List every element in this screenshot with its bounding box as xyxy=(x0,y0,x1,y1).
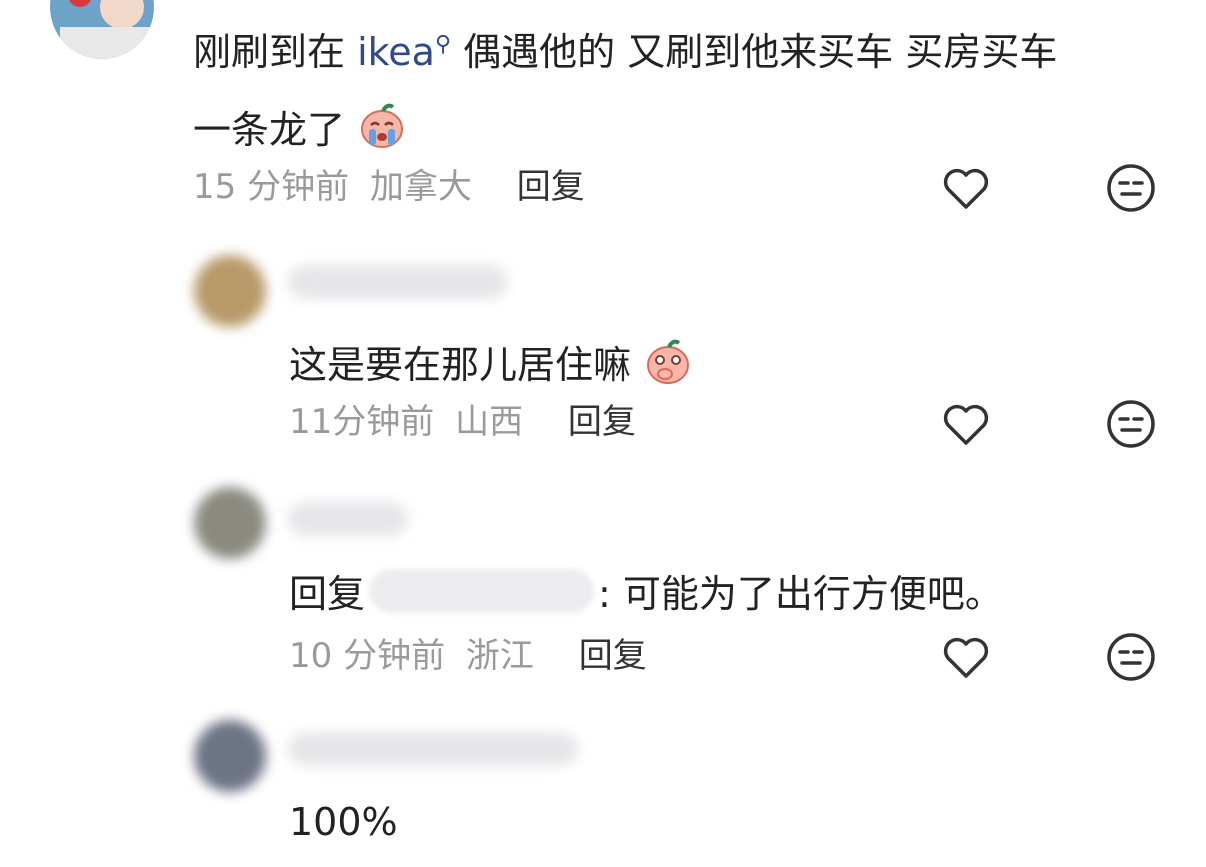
username-blurred[interactable] xyxy=(288,502,408,536)
avatar[interactable] xyxy=(194,487,266,559)
dislike-face-icon[interactable] xyxy=(1105,162,1157,214)
location: 山西 xyxy=(455,402,524,442)
comment-meta: 10 分钟前 浙江 回复 xyxy=(289,639,647,673)
location: 浙江 xyxy=(465,636,534,676)
comment-text: 100% xyxy=(289,800,398,844)
timestamp: 11分钟前 xyxy=(289,402,435,442)
comment-text: 回复: 可能为了出行方便吧。 xyxy=(289,569,1003,613)
comment-text-line2: 一条龙了 xyxy=(193,101,407,151)
like-heart-icon[interactable] xyxy=(940,162,992,214)
dislike-face-icon[interactable] xyxy=(1105,398,1157,450)
ikea-link[interactable]: ikea xyxy=(357,30,435,74)
reply-prefix: 回复 xyxy=(289,572,366,616)
timestamp: 15 分钟前 xyxy=(193,167,350,207)
avatar[interactable] xyxy=(50,0,154,59)
like-heart-icon[interactable] xyxy=(940,631,992,683)
location: 加拿大 xyxy=(369,167,472,207)
username-blurred[interactable] xyxy=(288,732,578,766)
like-heart-icon[interactable] xyxy=(940,398,992,450)
mention-username-blurred[interactable] xyxy=(369,569,595,613)
timestamp: 10 分钟前 xyxy=(289,636,446,676)
search-icon[interactable]: ⚲ xyxy=(435,32,451,57)
crying-emoji-icon xyxy=(361,103,404,148)
avatar[interactable] xyxy=(194,720,266,792)
dislike-face-icon[interactable] xyxy=(1105,631,1157,683)
reply-button[interactable]: 回复 xyxy=(568,402,636,442)
username-blurred[interactable] xyxy=(288,265,508,299)
reply-button[interactable]: 回复 xyxy=(579,636,647,676)
avatar-image xyxy=(50,0,154,59)
thinking-emoji-icon xyxy=(647,339,690,384)
comment-text: 刚刷到在 ikea⚲ 偶遇他的 又刷到他来买车 买房买车 xyxy=(193,30,1058,74)
comment-meta: 15 分钟前 加拿大 回复 xyxy=(193,170,585,204)
reply-button[interactable]: 回复 xyxy=(517,167,585,207)
comment-text: 这是要在那儿居住嘛 xyxy=(289,336,693,386)
avatar[interactable] xyxy=(194,255,266,327)
comment-meta: 11分钟前 山西 回复 xyxy=(289,405,636,439)
